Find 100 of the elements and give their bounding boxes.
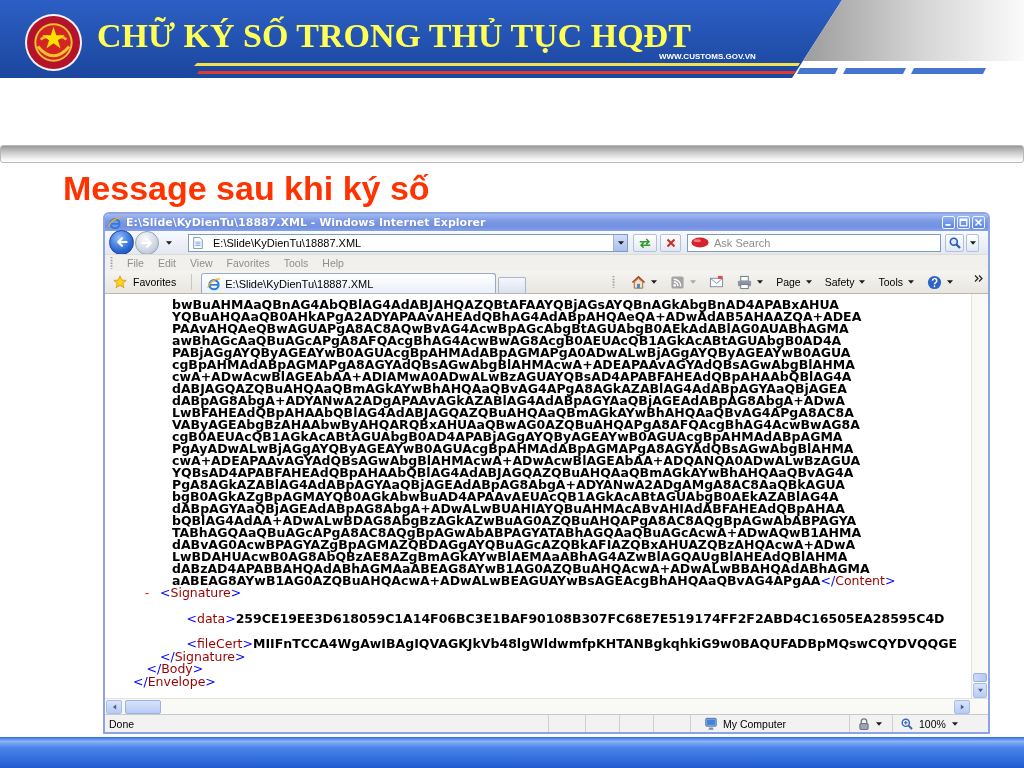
toolbar-menu-button[interactable]: Safety: [820, 273, 870, 291]
mail-icon: [709, 274, 725, 290]
element-value: MIIFnTCCA4WgAwIBAgIQVAGKJkVb48lgWldwmfpKHTANBgkqhkiG9w0BAQUFADBpMQswCQYDVQQGE: [252, 638, 957, 651]
search-icon: [948, 236, 961, 249]
search-provider-icon: [691, 237, 709, 248]
encoded-text-line: dABzAD4APABBAHQAdABhAGMAaABEAG8AYwB1AG0AZQBuAHQAcwA+ADwALwBBAHQAdABhAGMA: [172, 563, 870, 575]
encoded-text-line: PAAvAHQAeQBwAGUAPgA8AC8AQwBvAG4AcwBpAGcAbgBtAGUAbgB0AEkAdABlAG0AUABhAGMA: [172, 323, 849, 335]
zoom-button[interactable]: 100%: [892, 715, 985, 732]
menu-item[interactable]: View: [183, 255, 220, 271]
close-icon: [974, 218, 983, 227]
encoded-text-line: cwA+ADEAPAAvAGYAdQBsAGwAbgBlAHMAcwA+ADwAcwBlAGEAbAA+ADQANQA0ADwALwBzAGUA: [172, 455, 861, 467]
xml-tag: </Body>: [146, 663, 204, 676]
collapse-toggle[interactable]: -: [145, 587, 160, 600]
menu-item[interactable]: Help: [315, 255, 351, 271]
encoded-text-line: LwBFAHEAdQBpAHAAbQBlAG4AdABJAGQAZQBuAHQAaQBmAGkAYwBhAHQAaQBvAG4APgA8AC8A: [172, 407, 854, 419]
stop-button[interactable]: [660, 233, 681, 252]
menu-item[interactable]: File: [120, 255, 151, 271]
minimize-button[interactable]: [942, 216, 955, 229]
slide-heading: Message sau khi ký số: [63, 169, 430, 207]
toolbar-menu-button[interactable]: Page: [772, 273, 816, 291]
search-field[interactable]: Ask Search: [687, 233, 941, 252]
encoded-text-line: YQBuAHQAaQB0AHkAPgA2ADYAPAAvAHEAdQBhAG4AdABpAHQAeQA+ADwAdAB5AHAAZQA+ADEA: [172, 311, 862, 323]
favorites-button[interactable]: Favorites: [110, 273, 180, 291]
caret-icon: [617, 240, 624, 245]
maximize-button[interactable]: [957, 216, 970, 229]
encoded-text-line: YQBsAD4APABFAHEAdQBpAHAAbQBlAG4AdABJAGQAZQBuAHQAaQBmAGkAYwBhAHQAaQBvAG4A: [172, 467, 854, 479]
star-icon: [113, 275, 127, 289]
arrow-left-icon: [111, 703, 117, 710]
address-dropdown-button[interactable]: [613, 234, 627, 251]
menu-item[interactable]: Edit: [150, 255, 183, 271]
printer-icon: [737, 274, 753, 290]
arrow-left-icon: [115, 236, 128, 248]
xml-tag: <fileCert>: [186, 638, 253, 651]
xml-tag: <data>: [186, 612, 236, 625]
emblem-icon: [25, 14, 82, 71]
home-icon: [631, 274, 647, 290]
encoded-text-line: cwA+ADwAcwBlAGEAbAA+ADIAMwA0ADwALwBzAGUAYQBsAD4APABFAHEAdQBpAHAAbQBlAG4A: [172, 371, 852, 383]
toolbar-menu-button[interactable]: Tools: [874, 273, 918, 291]
page-icon: [192, 236, 204, 249]
scroll-thumb[interactable]: [973, 673, 987, 682]
computer-icon: [704, 716, 718, 731]
scroll-right-button[interactable]: [954, 699, 970, 714]
menu-item[interactable]: Favorites: [219, 255, 277, 271]
zone-label: My Computer: [723, 717, 786, 730]
address-field[interactable]: E:\Slide\KyDienTu\18887.XML: [188, 233, 628, 252]
gripper-icon: [110, 256, 113, 270]
refresh-button[interactable]: [633, 233, 657, 252]
element-value: 259CE19EE3D618059C1A14F06BC3E1BAF90108B307FC68E7E519174FF2F2ABD4C16505EA28595C4D: [235, 612, 945, 625]
encoded-text-line: dABJAGQAZQBuAHQAaQBmAGkAYwBhAHQAaQBvAG4APgA8AGkAZABlAG4AdABpAGYAaQBjAGEA: [172, 383, 847, 395]
scroll-left-button[interactable]: [106, 699, 122, 714]
lock-icon: [858, 717, 870, 730]
encoded-text-line: bwBuAHMAaQBnAG4AbQBlAG4AdABJAHQAZQBtAFAAYQBjAGsAYQBnAGkAbgBnAD4APABxAHUA: [172, 299, 839, 311]
encoded-text-line: PABjAGgAYQByAGEAYwB0AGUAcgBpAHMAdABpAGMAPgA0ADwALwBjAGgAYQByAGEAYwB0AGUA: [172, 347, 851, 359]
encoded-text-line: bgB0AGkAZgBpAGMAYQB0AGkAbwBuAD4APAAvAEUAcQB1AGkAcABtAGUAbgB0AEkAZABlAG4A: [172, 491, 839, 503]
encoded-text-line: awBhAGcAaQBuAGcAPgA8AFQAcgBhAG4AcwBwAG8AcgB0AEUAcQB1AGkAcABtAGUAbgB0AD4A: [172, 335, 842, 347]
encoded-text-line: PgAyADwALwBjAGgAYQByAGEAYwB0AGUAcgBpAHMAdABpAGMAPgA8AGYAdQBsAGwAbgBlAHMA: [172, 443, 854, 455]
encoded-text-line: dABpAG8AbgA+ADYANwA2ADgAPAAvAGkAZABlAG4AdABpAGYAaQBjAGEAdABpAG8AbgA+ADwA: [172, 395, 846, 407]
search-options-button[interactable]: [966, 233, 979, 252]
caret-icon: [166, 240, 172, 245]
xml-tag: </Signature>: [160, 650, 246, 663]
help-icon: [927, 274, 942, 290]
close-button[interactable]: [972, 216, 985, 229]
search-button[interactable]: [945, 233, 964, 252]
caret-icon: [951, 721, 958, 726]
caret-icon: [876, 721, 882, 726]
menu-item[interactable]: Tools: [276, 255, 316, 271]
scroll-down-button[interactable]: [973, 683, 987, 698]
recent-pages-button[interactable]: [166, 240, 172, 245]
maximize-icon: [959, 218, 968, 227]
scroll-thumb[interactable]: [125, 699, 161, 714]
arrow-down-icon: [976, 688, 984, 693]
encoded-text-line: VAByAGEAbgBzAHAAbwByAHQARQBxAHUAaQBwAG0AZQBuAHQAPgA8AFQAcgBhAG4AcwBwAG8A: [172, 419, 860, 431]
encoded-text-line: bQBlAG4AdAA+ADwALwBDAG8AbgBzAGkAZwBuAG0AZQBuAHQAPgA8AC8AQgBpAGwAbABPAGYA: [172, 515, 857, 527]
horizontal-scrollbar[interactable]: [105, 698, 988, 714]
arrow-right-icon: [959, 703, 965, 710]
encoded-text-line: aABEAG8AYwB1AG0AZQBuAHQAcwA+ADwALwBEAGUAYwBsAGEAcgBhAHQAaQBvAG4APgAA: [172, 575, 821, 587]
feed-icon: [670, 274, 686, 290]
xml-tag: </Envelope>: [133, 675, 216, 688]
encoded-text-line: PgA8AGkAZABlAG4AdABpAGYAaQBjAGEAdABpAG8AbgA+ADYANwA2ADgAMgA8AC8AaQBkAGUA: [172, 479, 845, 491]
xml-tag: </Content>: [820, 575, 896, 587]
browser-tab[interactable]: E:\Slide\KyDienTu\18887.XML: [201, 273, 497, 293]
encoded-text-line: TABhAGQAaQBuAGcAPgA8AC8AQgBpAGwAbABPAGYATABhAGQAaQBuAGcAcwA+ADwAQwB1AHMA: [172, 527, 862, 539]
e-logo-icon: [207, 276, 222, 291]
e-logo-icon: [108, 215, 122, 230]
encoded-text-line: dABvAG0AcwBPAGYAZgBpAGMAZQBDAGgAYQBuAGcAZQBkAFIAZQBxAHUAZQBzAHQAcwA+ADwA: [172, 539, 856, 551]
back-button[interactable]: [109, 229, 134, 255]
window-title: E:\Slide\KyDienTu\18887.XML - Windows Internet Explorer: [126, 216, 486, 229]
gripper-icon: [612, 275, 616, 289]
encoded-text-line: cgBpAHMAdABpAGMAPgA8AGYAdQBsAGwAbgBlAHMAcwA+ADEAPAAvAGYAdQBsAGwAbgBlAHMA: [172, 359, 855, 371]
encoded-text-line: cgB0AEUAcQB1AGkAcABtAGUAbgB0AD4APABjAGgAYQByAGEAYwB0AGUAcgBpAHMAdABpAGMA: [172, 431, 843, 443]
xml-tag: <Signature>: [160, 587, 242, 600]
status-text: Done: [108, 717, 135, 730]
vertical-scrollbar[interactable]: [971, 294, 988, 698]
encoded-text-line: dABpAGYAaQBjAGEAdABpAG8AbgA+ADwALwBUAHIAYQBuAHMAcABvAHIAdABFAHEAdQBpAHAA: [172, 503, 845, 515]
arrow-right-icon: [141, 236, 153, 249]
website-url: WWW.CUSTOMS.GOV.VN: [658, 52, 756, 61]
stop-icon: [665, 237, 676, 248]
encoded-text-line: LwBDAHUAcwB0AG8AbQBzAE8AZgBmAGkAYwBlAEMAaABhAG4AZwBlAGQAUgBlAHEAdQBlAHMA: [172, 551, 848, 563]
caret-icon: [969, 240, 976, 245]
chevron-icon[interactable]: [974, 275, 983, 282]
